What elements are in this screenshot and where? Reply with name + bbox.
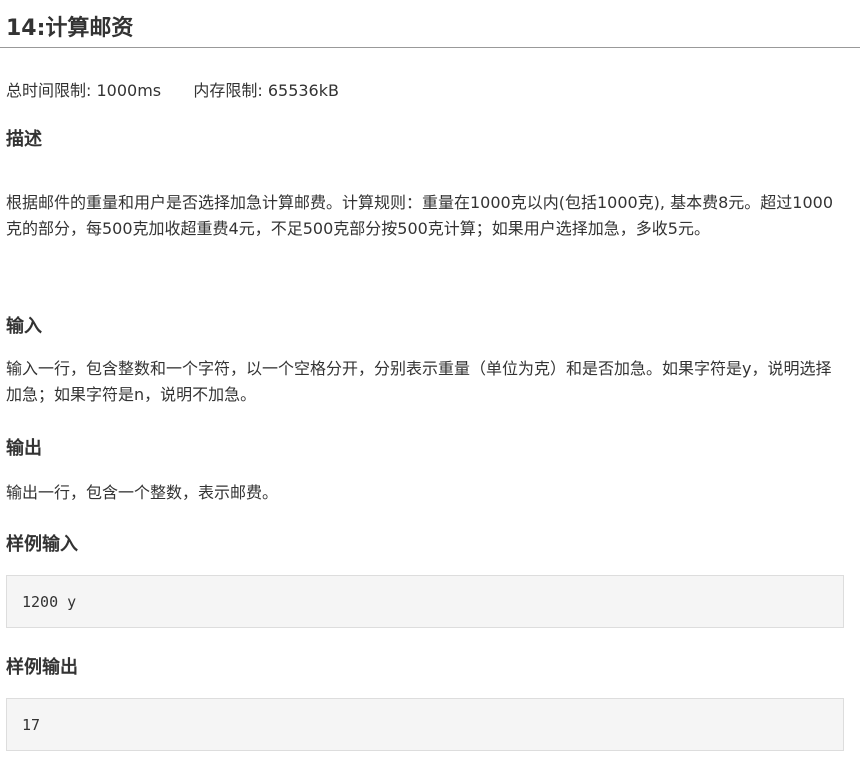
sample-output-text: 17: [22, 716, 41, 734]
sample-input-block: 1200 y: [6, 575, 844, 628]
title-divider: [0, 47, 860, 48]
memory-limit-label: 内存限制:: [193, 81, 263, 100]
description-heading: 描述: [6, 129, 42, 150]
output-heading: 输出: [6, 438, 42, 459]
problem-title: 14:计算邮资: [6, 16, 134, 41]
time-limit-value: 1000ms: [96, 81, 162, 100]
description-text: 根据邮件的重量和用户是否选择加急计算邮费。计算规则：重量在1000克以内(包括1…: [6, 193, 833, 238]
sample-input-text: 1200 y: [22, 593, 77, 611]
sample-input-heading: 样例输入: [6, 534, 78, 555]
problem-page: 14:计算邮资 总时间限制: 1000ms 内存限制: 65536kB 描述 根…: [0, 0, 860, 761]
sample-output-heading: 样例输出: [6, 657, 78, 678]
sample-output-block: 17: [6, 698, 844, 751]
time-limit-label: 总时间限制:: [6, 81, 92, 100]
memory-limit-value: 65536kB: [267, 81, 339, 100]
input-text: 输入一行，包含整数和一个字符，以一个空格分开，分别表示重量（单位为克）和是否加急…: [6, 359, 832, 404]
output-text: 输出一行，包含一个整数，表示邮费。: [6, 483, 279, 502]
input-heading: 输入: [6, 316, 42, 337]
limits-line: 总时间限制: 1000ms 内存限制: 65536kB: [6, 77, 339, 101]
